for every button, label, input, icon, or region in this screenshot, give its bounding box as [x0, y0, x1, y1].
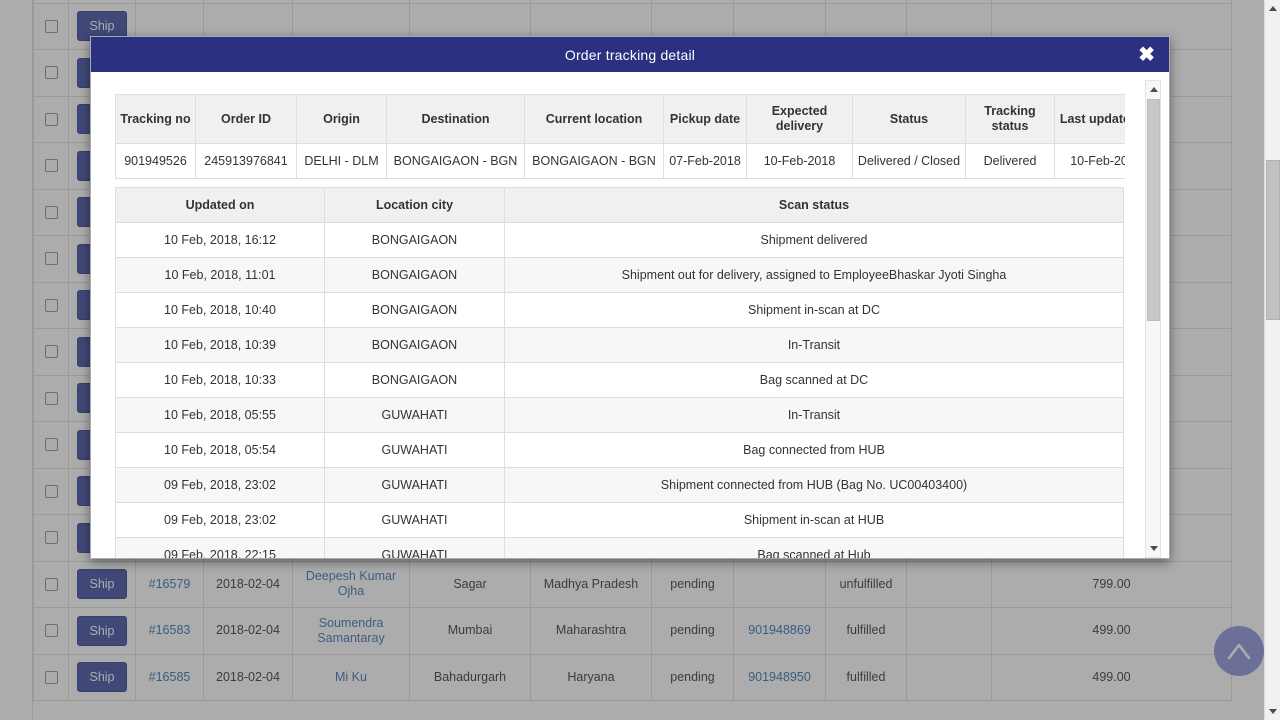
- cell-updated-on: 10 Feb, 2018, 10:39: [116, 328, 325, 363]
- scan-history-header-row: Updated on Location city Scan status: [116, 188, 1124, 223]
- col-tracking-no: Tracking no: [116, 95, 196, 144]
- tracking-summary-table: Tracking no Order ID Origin Destination …: [115, 94, 1125, 179]
- col-tracking-status: Tracking status: [966, 95, 1055, 144]
- scan-history-row: 10 Feb, 2018, 05:55GUWAHATIIn-Transit: [116, 398, 1124, 433]
- modal-scrollbar-up-arrow[interactable]: [1146, 81, 1162, 98]
- scan-history-row: 10 Feb, 2018, 10:39BONGAIGAONIn-Transit: [116, 328, 1124, 363]
- cell-scan-status: In-Transit: [505, 328, 1124, 363]
- cell-location-city: BONGAIGAON: [325, 363, 505, 398]
- cell-location-city: GUWAHATI: [325, 503, 505, 538]
- scan-history-row: 10 Feb, 2018, 05:54GUWAHATIBag connected…: [116, 433, 1124, 468]
- page-scrollbar[interactable]: [1264, 0, 1280, 720]
- cell-expected-delivery: 10-Feb-2018: [747, 144, 853, 179]
- col-status: Status: [853, 95, 966, 144]
- cell-scan-status: Bag connected from HUB: [505, 433, 1124, 468]
- modal-body: Tracking no Order ID Origin Destination …: [91, 72, 1169, 558]
- cell-updated-on: 10 Feb, 2018, 16:12: [116, 223, 325, 258]
- cell-scan-status: Shipment out for delivery, assigned to E…: [505, 258, 1124, 293]
- app-screen: Ship#165632018-02-04Ravichandra KariiniB…: [0, 0, 1280, 720]
- triangle-up-icon: [1150, 87, 1158, 92]
- cell-updated-on: 10 Feb, 2018, 05:55: [116, 398, 325, 433]
- modal-header: Order tracking detail ✖: [91, 37, 1169, 72]
- triangle-up-icon: [1269, 6, 1277, 11]
- cell-status: Delivered / Closed: [853, 144, 966, 179]
- scan-history-row: 09 Feb, 2018, 23:02GUWAHATIShipment conn…: [116, 468, 1124, 503]
- col-expected-delivery: Expected delivery: [747, 95, 853, 144]
- cell-location-city: GUWAHATI: [325, 433, 505, 468]
- modal-scrollbar-down-arrow[interactable]: [1146, 540, 1162, 557]
- cell-location-city: BONGAIGAON: [325, 328, 505, 363]
- scan-history-row: 10 Feb, 2018, 10:33BONGAIGAONBag scanned…: [116, 363, 1124, 398]
- cell-updated-on: 10 Feb, 2018, 10:33: [116, 363, 325, 398]
- cell-updated-on: 10 Feb, 2018, 05:54: [116, 433, 325, 468]
- scan-history-body: 10 Feb, 2018, 16:12BONGAIGAONShipment de…: [116, 223, 1124, 559]
- modal-scrollbar-thumb[interactable]: [1147, 99, 1160, 321]
- cell-pickup-date: 07-Feb-2018: [664, 144, 747, 179]
- modal-title: Order tracking detail: [565, 47, 695, 63]
- col-current-location: Current location: [525, 95, 664, 144]
- cell-scan-status: In-Transit: [505, 398, 1124, 433]
- cell-updated-on: 10 Feb, 2018, 10:40: [116, 293, 325, 328]
- cell-scan-status: Bag scanned at DC: [505, 363, 1124, 398]
- cell-scan-status: Shipment in-scan at DC: [505, 293, 1124, 328]
- scan-history-row: 10 Feb, 2018, 10:40BONGAIGAONShipment in…: [116, 293, 1124, 328]
- order-tracking-modal: Order tracking detail ✖ Tracking no Orde…: [90, 36, 1170, 559]
- cell-scan-status: Shipment connected from HUB (Bag No. UC0…: [505, 468, 1124, 503]
- cell-order-id: 245913976841: [196, 144, 297, 179]
- cell-location-city: GUWAHATI: [325, 468, 505, 503]
- cell-scan-status: Bag scanned at Hub: [505, 538, 1124, 559]
- page-scrollbar-thumb[interactable]: [1266, 160, 1280, 320]
- triangle-down-icon: [1150, 546, 1158, 551]
- cell-location-city: GUWAHATI: [325, 398, 505, 433]
- col-scan-status: Scan status: [505, 188, 1124, 223]
- col-order-id: Order ID: [196, 95, 297, 144]
- modal-scrollbar[interactable]: [1145, 80, 1161, 558]
- col-updated-on: Updated on: [116, 188, 325, 223]
- cell-updated-on: 09 Feb, 2018, 23:02: [116, 503, 325, 538]
- cell-tracking-no: 901949526: [116, 144, 196, 179]
- col-destination: Destination: [387, 95, 525, 144]
- cell-updated-on: 09 Feb, 2018, 23:02: [116, 468, 325, 503]
- cell-scan-status: Shipment delivered: [505, 223, 1124, 258]
- cell-scan-status: Shipment in-scan at HUB: [505, 503, 1124, 538]
- col-location-city: Location city: [325, 188, 505, 223]
- modal-scroll-area: Tracking no Order ID Origin Destination …: [115, 94, 1125, 558]
- tracking-summary-row: 901949526 245913976841 DELHI - DLM BONGA…: [116, 144, 1126, 179]
- cell-tracking-status: Delivered: [966, 144, 1055, 179]
- triangle-down-icon: [1269, 709, 1277, 714]
- scan-history-row: 09 Feb, 2018, 22:15GUWAHATIBag scanned a…: [116, 538, 1124, 559]
- col-last-updated-at: Last updated at: [1055, 95, 1126, 144]
- page-scrollbar-down-arrow[interactable]: [1265, 703, 1280, 720]
- cell-origin: DELHI - DLM: [297, 144, 387, 179]
- cell-destination: BONGAIGAON - BGN: [387, 144, 525, 179]
- col-pickup-date: Pickup date: [664, 95, 747, 144]
- scan-history-row: 09 Feb, 2018, 23:02GUWAHATIShipment in-s…: [116, 503, 1124, 538]
- col-origin: Origin: [297, 95, 387, 144]
- close-icon[interactable]: ✖: [1138, 45, 1155, 65]
- page-scrollbar-up-arrow[interactable]: [1265, 0, 1280, 17]
- tracking-summary-head: Tracking no Order ID Origin Destination …: [116, 95, 1126, 144]
- cell-updated-on: 09 Feb, 2018, 22:15: [116, 538, 325, 559]
- cell-location-city: BONGAIGAON: [325, 223, 505, 258]
- cell-location-city: BONGAIGAON: [325, 293, 505, 328]
- cell-location-city: GUWAHATI: [325, 538, 505, 559]
- scan-history-head: Updated on Location city Scan status: [116, 188, 1124, 223]
- cell-updated-on: 10 Feb, 2018, 11:01: [116, 258, 325, 293]
- scan-history-table: Updated on Location city Scan status 10 …: [115, 187, 1124, 558]
- tracking-summary-body: 901949526 245913976841 DELHI - DLM BONGA…: [116, 144, 1126, 179]
- cell-last-updated-at: 10-Feb-2018: [1055, 144, 1126, 179]
- scan-history-row: 10 Feb, 2018, 11:01BONGAIGAONShipment ou…: [116, 258, 1124, 293]
- cell-current-location: BONGAIGAON - BGN: [525, 144, 664, 179]
- cell-location-city: BONGAIGAON: [325, 258, 505, 293]
- tracking-summary-header-row: Tracking no Order ID Origin Destination …: [116, 95, 1126, 144]
- scan-history-row: 10 Feb, 2018, 16:12BONGAIGAONShipment de…: [116, 223, 1124, 258]
